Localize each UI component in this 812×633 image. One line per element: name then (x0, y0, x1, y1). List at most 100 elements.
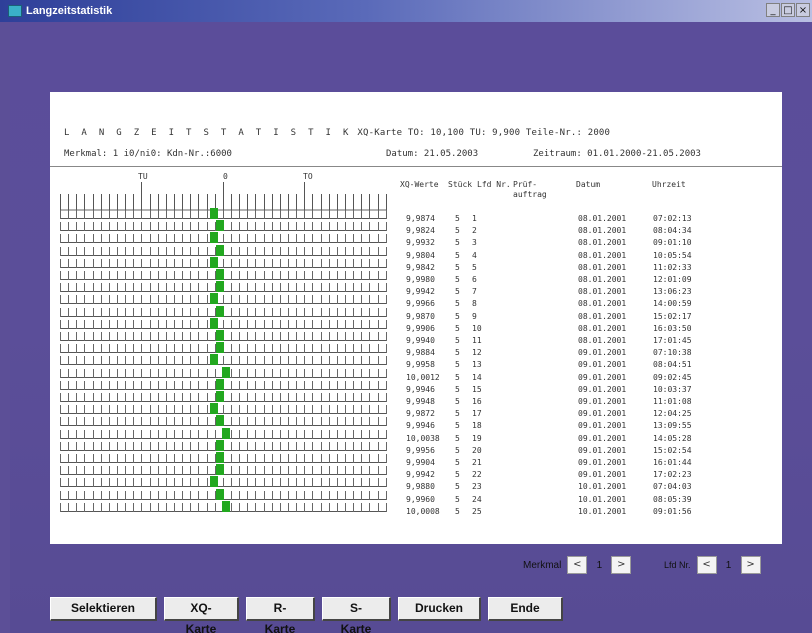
xq-karte-button[interactable]: XQ-Karte (164, 597, 239, 633)
cell-uhrzeit: 09:01:10 (653, 238, 692, 247)
table-row: 9,9904 5 21 09.01.2001 16:01:44 (400, 458, 780, 469)
value-marker (216, 220, 224, 231)
cell-lfd: 14 (472, 373, 482, 382)
cell-datum: 08.01.2001 (578, 251, 627, 260)
cell-uhrzeit: 07:04:03 (653, 482, 692, 491)
cell-xq: 9,9906 (406, 324, 435, 333)
cell-uhrzeit: 08:05:39 (653, 495, 692, 504)
cell-datum: 08.01.2001 (578, 214, 627, 223)
cell-lfd: 21 (472, 458, 482, 467)
close-button[interactable]: × (796, 3, 810, 17)
app-icon (8, 5, 22, 17)
col-header-datum: Datum (576, 180, 601, 189)
cell-uhrzeit: 08:04:51 (653, 360, 692, 369)
cell-stueck: 5 (455, 495, 460, 504)
merkmal-next-button[interactable]: > (611, 556, 632, 574)
cell-xq: 9,9872 (406, 409, 435, 418)
value-marker (210, 208, 218, 219)
chart-row-ticks (60, 247, 387, 256)
cell-datum: 08.01.2001 (578, 324, 627, 333)
cell-uhrzeit: 11:01:08 (653, 397, 692, 406)
cell-xq: 9,9946 (406, 385, 435, 394)
report-header-line1: L A N G Z E I T S T A T I S T I K XQ-Kar… (64, 128, 610, 138)
cell-datum: 08.01.2001 (578, 238, 627, 247)
chart-row (60, 342, 390, 353)
table-row: 9,9880 5 23 10.01.2001 07:04:03 (400, 482, 780, 493)
cell-lfd: 12 (472, 348, 482, 357)
value-marker (210, 318, 218, 329)
lfd-next-button[interactable]: > (740, 556, 761, 574)
table-row: 9,9956 5 20 09.01.2001 15:02:54 (400, 446, 780, 457)
report-merkmal-info: Merkmal: 1 i0/ni0: Kdn-Nr.:6000 (64, 149, 232, 159)
cell-xq: 10,0012 (406, 373, 440, 382)
cell-stueck: 5 (455, 409, 460, 418)
s-karte-button[interactable]: S-Karte (322, 597, 391, 633)
chart-row-ticks (60, 393, 387, 402)
chart-row-ticks (60, 234, 387, 243)
cell-lfd: 13 (472, 360, 482, 369)
cell-datum: 08.01.2001 (578, 226, 627, 235)
merkmal-prev-button[interactable]: < (567, 556, 588, 574)
chart-row-ticks (60, 222, 387, 231)
cell-lfd: 20 (472, 446, 482, 455)
cell-datum: 10.01.2001 (578, 495, 627, 504)
lfd-nav: Lfd Nr. < 1 > (664, 556, 761, 574)
cell-xq: 9,9932 (406, 238, 435, 247)
chart-row-ticks (60, 454, 387, 463)
cell-datum: 09.01.2001 (578, 360, 627, 369)
report-header-line2: Merkmal: 1 i0/ni0: Kdn-Nr.:6000 Datum: 2… (64, 149, 701, 159)
merkmal-value: 1 (596, 559, 603, 571)
cell-stueck: 5 (455, 287, 460, 296)
col-header-uhrzeit: Uhrzeit (652, 180, 686, 189)
chart-row-ticks (60, 283, 387, 292)
cell-lfd: 9 (472, 312, 477, 321)
cell-xq: 9,9884 (406, 348, 435, 357)
chart-row-ticks (60, 320, 387, 329)
chart-row-ticks (60, 356, 387, 365)
cell-stueck: 5 (455, 214, 460, 223)
cell-uhrzeit: 11:02:33 (653, 263, 692, 272)
cell-stueck: 5 (455, 458, 460, 467)
cell-lfd: 1 (472, 214, 477, 223)
selektieren-button[interactable]: Selektieren (50, 597, 157, 621)
cell-stueck: 5 (455, 251, 460, 260)
cell-lfd: 6 (472, 275, 477, 284)
cell-datum: 09.01.2001 (578, 397, 627, 406)
r-karte-button[interactable]: R-Karte (246, 597, 315, 633)
value-marker (210, 232, 218, 243)
value-marker (216, 489, 224, 500)
report-title: L A N G Z E I T S T A T I S T I K (64, 128, 352, 138)
chart-row-ticks (60, 381, 387, 390)
cell-datum: 09.01.2001 (578, 470, 627, 479)
col-header-stueck: Stück (448, 180, 473, 189)
cell-lfd: 11 (472, 336, 482, 345)
cell-uhrzeit: 09:01:56 (653, 507, 692, 516)
cell-xq: 9,9880 (406, 482, 435, 491)
value-marker (216, 415, 224, 426)
maximize-button[interactable]: □ (781, 3, 795, 17)
cell-stueck: 5 (455, 385, 460, 394)
chart-row (60, 257, 390, 268)
cell-xq: 9,9942 (406, 287, 435, 296)
value-marker (222, 428, 230, 439)
report-panel: L A N G Z E I T S T A T I S T I K XQ-Kar… (50, 92, 782, 544)
value-marker (210, 257, 218, 268)
chart-row (60, 428, 390, 439)
table-row: 9,9824 5 2 08.01.2001 08:04:34 (400, 226, 780, 237)
value-marker (210, 403, 218, 414)
minimize-button[interactable]: _ (766, 3, 780, 17)
drucken-button[interactable]: Drucken (398, 597, 481, 621)
chart-row (60, 403, 390, 414)
lfd-prev-button[interactable]: < (696, 556, 717, 574)
cell-lfd: 23 (472, 482, 482, 491)
chart-row-ticks (60, 271, 387, 280)
ende-button[interactable]: Ende (488, 597, 563, 621)
cell-datum: 09.01.2001 (578, 434, 627, 443)
chart-row (60, 452, 390, 463)
chart-row-ticks (60, 344, 387, 353)
chart-row (60, 330, 390, 341)
cell-xq: 9,9942 (406, 470, 435, 479)
window-titlebar[interactable]: Langzeitstatistik _ □ × (0, 0, 812, 22)
cell-xq: 9,9940 (406, 336, 435, 345)
cell-lfd: 2 (472, 226, 477, 235)
